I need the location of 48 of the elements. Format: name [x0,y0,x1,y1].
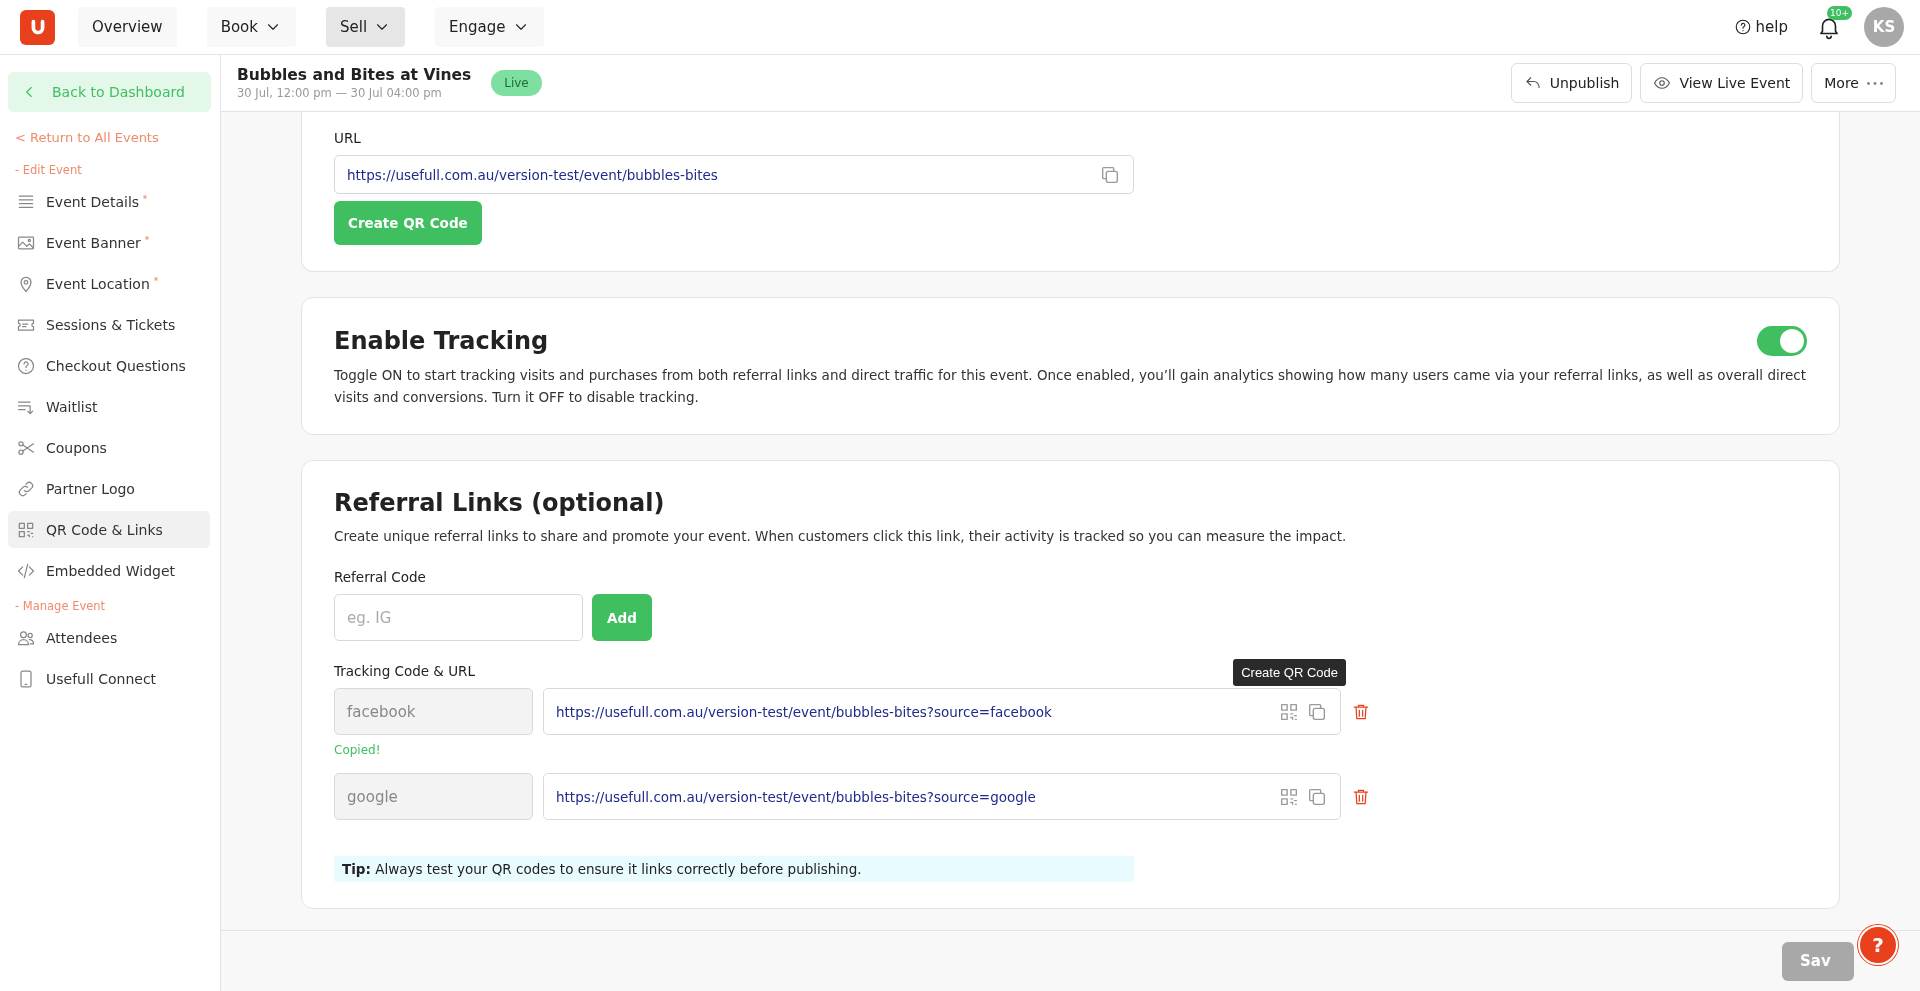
section-heading: - Manage Event [14,599,107,613]
status-badge: Live [491,70,542,96]
card-title: Referral Links (optional) [334,489,666,517]
card-title: Enable Tracking [334,327,549,355]
dots-icon [1867,81,1883,85]
more-button[interactable]: More [1811,63,1896,103]
field-label: URL [334,130,361,146]
sidebar-item[interactable]: QR Code & Links [8,511,210,548]
sidebar-item[interactable]: Sessions & Tickets [8,306,210,343]
nav-menu-button[interactable]: Overview [78,7,177,47]
field-label: Tracking Code & URL [334,663,475,679]
nav-menu-button[interactable]: Book [206,7,296,47]
tip-text: Tip: Always test your QR codes to ensure it links correctly before publishing. [334,856,1134,882]
logo-icon [20,9,55,45]
section-heading: - Edit Event [14,163,83,177]
question-circle-icon [16,355,36,376]
card-description: Toggle ON to start tracking visits and purchases from both referral links and direct traffic for this event. Once enabled, you’ll gain analytics showing how many users came via your referral links, as well as overall direct visits and conversions. Turn it OFF to disable tracking. [334,366,1807,407]
event-dates: 30 Jul, 12:00 pm — 30 Jul 04:00 pm [237,86,443,100]
help-link[interactable]: help [1733,18,1788,36]
sidebar-item[interactable]: Checkout Questions [8,347,210,384]
sidebar-item[interactable]: Coupons [8,429,210,466]
sidebar-item[interactable]: Usefull Connect [8,660,210,697]
header-button[interactable]: Unpublish [1510,63,1633,103]
sidebar-item[interactable]: Attendees [8,619,210,656]
sidebar-item[interactable]: Event Details [8,183,210,220]
url-field[interactable]: https://usefull.com.au/version-test/event/bubbles-bites?source=google [543,773,1341,820]
sidebar-item[interactable]: Embedded Widget [8,552,210,589]
referral-code-field[interactable]: eg. IG [334,594,583,641]
toggle-switch[interactable] [1757,326,1807,356]
tooltip: Create QR Code [1233,659,1346,686]
sidebar-item[interactable]: Partner Logo [8,470,210,507]
nav-menu-button[interactable]: Sell [325,7,406,47]
eye-icon [1653,74,1672,92]
tracking-code-field: facebook [334,688,533,735]
card-description: Create unique referral links to share and promote your event. When customers click this link, their activity is tracked so you can measure the impact. [334,527,1348,546]
field-label: Referral Code [334,569,426,585]
event-title: Bubbles and Bites at Vines [237,66,472,84]
nav-menu-button[interactable]: Engage [435,7,544,47]
notification-badge: 10+ [1827,6,1852,20]
header-button[interactable]: View Live Event [1640,63,1804,103]
help-button[interactable]: ? [1858,925,1898,965]
tracking-code-field: google [334,773,533,820]
copied-message: Copied! [334,743,382,757]
question-circle-icon [1733,18,1752,36]
sidebar-item[interactable]: Event Banner [8,224,210,261]
sidebar-item[interactable]: Event Location [8,265,210,302]
url-field[interactable]: https://usefull.com.au/version-test/event/bubbles-bites [334,155,1134,194]
sidebar-item[interactable]: Waitlist [8,388,210,425]
